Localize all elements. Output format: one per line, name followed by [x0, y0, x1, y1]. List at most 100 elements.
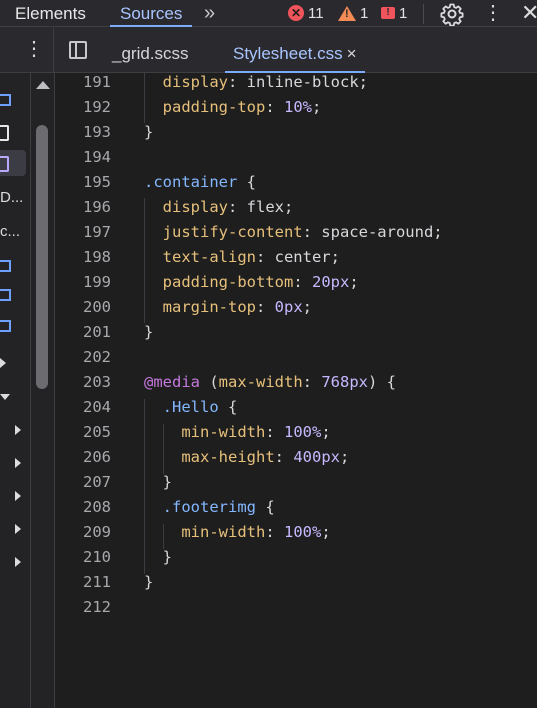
code-text[interactable]: min-width: 100%;: [144, 420, 330, 445]
line-number[interactable]: 206: [55, 445, 111, 470]
tab-elements[interactable]: Elements: [15, 0, 86, 27]
more-tabs-icon[interactable]: »: [204, 2, 215, 25]
folder-icon[interactable]: [0, 94, 11, 106]
line-number[interactable]: 201: [55, 320, 111, 345]
navigator-menu-icon[interactable]: ⋮: [24, 39, 44, 59]
code-line[interactable]: 195 .container {: [55, 170, 537, 195]
code-token: max-width: [218, 373, 303, 391]
code-text[interactable]: min-width: 100%;: [144, 520, 330, 545]
code-text[interactable]: padding-bottom: 20px;: [144, 270, 359, 295]
code-line[interactable]: 205 min-width: 100%;: [55, 420, 537, 445]
code-line[interactable]: 196 display: flex;: [55, 195, 537, 220]
line-number[interactable]: 198: [55, 245, 111, 270]
expand-icon[interactable]: [15, 491, 21, 501]
folder-icon[interactable]: [0, 260, 11, 272]
code-line[interactable]: 204 .Hello {: [55, 395, 537, 420]
navigator-scrollbar[interactable]: [31, 73, 55, 708]
line-number[interactable]: 202: [55, 345, 111, 370]
code-token: 400px: [293, 448, 340, 466]
navigator-item[interactable]: D...: [0, 189, 23, 206]
close-icon[interactable]: ✕: [521, 0, 537, 26]
gear-icon[interactable]: [440, 2, 464, 26]
expand-icon[interactable]: [15, 425, 21, 435]
line-number[interactable]: 196: [55, 195, 111, 220]
code-token: :: [265, 523, 284, 541]
tab-grid-scss[interactable]: _grid.scss: [112, 27, 189, 73]
code-text[interactable]: }: [144, 470, 172, 495]
code-line[interactable]: 200 margin-top: 0px;: [55, 295, 537, 320]
code-line[interactable]: 192 padding-top: 10%;: [55, 95, 537, 120]
code-text[interactable]: text-align: center;: [144, 245, 340, 270]
line-number[interactable]: 208: [55, 495, 111, 520]
scroll-up-icon[interactable]: [36, 81, 50, 89]
code-line[interactable]: 199 padding-bottom: 20px;: [55, 270, 537, 295]
line-number[interactable]: 205: [55, 420, 111, 445]
code-line[interactable]: 193}: [55, 120, 537, 145]
code-text[interactable]: margin-top: 0px;: [144, 295, 312, 320]
code-text[interactable]: display: inline-block;: [144, 70, 368, 95]
line-number[interactable]: 194: [55, 145, 111, 170]
code-line[interactable]: 209 min-width: 100%;: [55, 520, 537, 545]
issue-count-badge[interactable]: ! 1: [381, 4, 407, 22]
expand-icon[interactable]: [15, 458, 21, 468]
code-text[interactable]: justify-content: space-around;: [144, 220, 443, 245]
code-text[interactable]: max-height: 400px;: [144, 445, 349, 470]
line-number[interactable]: 191: [55, 70, 111, 95]
code-line[interactable]: 210 }: [55, 545, 537, 570]
file-icon[interactable]: [0, 125, 9, 141]
toggle-navigator-icon[interactable]: [69, 41, 87, 59]
code-text[interactable]: padding-top: 10%;: [144, 95, 322, 120]
line-number[interactable]: 193: [55, 120, 111, 145]
line-number[interactable]: 207: [55, 470, 111, 495]
code-line[interactable]: 211}: [55, 570, 537, 595]
css-file-icon[interactable]: [0, 156, 9, 172]
line-number[interactable]: 211: [55, 570, 111, 595]
code-line[interactable]: 203 @media (max-width: 768px) {: [55, 370, 537, 395]
line-number[interactable]: 195: [55, 170, 111, 195]
code-line[interactable]: 208 .footerimg {: [55, 495, 537, 520]
line-number[interactable]: 192: [55, 95, 111, 120]
line-number[interactable]: 210: [55, 545, 111, 570]
code-line[interactable]: 207 }: [55, 470, 537, 495]
code-text[interactable]: }: [144, 545, 172, 570]
code-line[interactable]: 202: [55, 345, 537, 370]
line-number[interactable]: 199: [55, 270, 111, 295]
code-text[interactable]: @media (max-width: 768px) {: [144, 370, 396, 395]
code-text[interactable]: }: [144, 120, 153, 145]
error-count-badge[interactable]: ✕ 11: [288, 4, 324, 22]
code-text[interactable]: }: [144, 320, 153, 345]
scrollbar-thumb[interactable]: [36, 125, 48, 389]
expand-icon[interactable]: [15, 557, 21, 567]
folder-icon[interactable]: [0, 289, 11, 301]
line-number[interactable]: 203: [55, 370, 111, 395]
code-editor[interactable]: 191 display: inline-block; 192 padding-to…: [55, 73, 537, 708]
folder-icon[interactable]: [0, 320, 11, 332]
code-line[interactable]: 201}: [55, 320, 537, 345]
code-text[interactable]: .footerimg {: [144, 495, 275, 520]
tab-sources[interactable]: Sources: [110, 0, 193, 27]
navigator-item[interactable]: c...: [0, 223, 20, 240]
code-line[interactable]: 197 justify-content: space-around;: [55, 220, 537, 245]
code-text[interactable]: display: flex;: [144, 195, 294, 220]
line-number[interactable]: 197: [55, 220, 111, 245]
expand-icon[interactable]: [0, 358, 6, 368]
line-number[interactable]: 212: [55, 595, 111, 620]
code-line[interactable]: 191 display: inline-block;: [55, 70, 537, 95]
collapse-icon[interactable]: [0, 394, 10, 400]
code-text[interactable]: }: [144, 570, 153, 595]
code-line[interactable]: 206 max-height: 400px;: [55, 445, 537, 470]
code-line[interactable]: 212: [55, 595, 537, 620]
code-line[interactable]: 194: [55, 145, 537, 170]
code-line[interactable]: 198 text-align: center;: [55, 245, 537, 270]
line-number[interactable]: 200: [55, 295, 111, 320]
code-text[interactable]: .Hello {: [144, 395, 238, 420]
code-text[interactable]: .container {: [144, 170, 256, 195]
line-number[interactable]: 204: [55, 395, 111, 420]
line-number[interactable]: 209: [55, 520, 111, 545]
warning-count-badge[interactable]: ! 1: [338, 4, 368, 22]
more-options-icon[interactable]: ⋮: [483, 3, 503, 23]
tab-stylesheet-css[interactable]: Stylesheet.css ×: [225, 27, 365, 73]
close-tab-icon[interactable]: ×: [347, 44, 357, 63]
expand-icon[interactable]: [15, 524, 21, 534]
